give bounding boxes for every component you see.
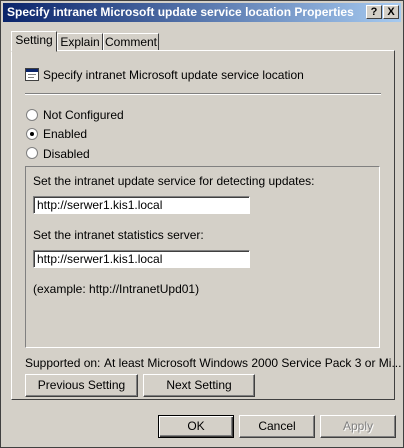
tab-explain[interactable]: Explain	[57, 33, 103, 51]
statistics-server-label: Set the intranet statistics server:	[33, 228, 204, 242]
tab-comment-label: Comment	[104, 35, 157, 49]
tab-explain-label: Explain	[60, 35, 100, 49]
policy-name: Specify intranet Microsoft update servic…	[43, 68, 304, 82]
supported-on-label: Supported on:	[25, 356, 101, 370]
next-setting-button[interactable]: Next Setting	[143, 374, 255, 397]
supported-on-value: At least Microsoft Windows 2000 Service …	[104, 356, 402, 370]
previous-setting-button[interactable]: Previous Setting	[25, 374, 138, 397]
properties-dialog: Specify intranet Microsoft update servic…	[0, 0, 404, 448]
tab-setting[interactable]: Setting	[11, 31, 57, 52]
radio-enabled[interactable]	[26, 128, 38, 140]
separator	[25, 93, 381, 95]
example-text: (example: http://IntranetUpd01)	[33, 282, 200, 296]
update-service-input[interactable]: http://serwer1.kis1.local	[33, 196, 250, 214]
tab-comment[interactable]: Comment	[103, 33, 159, 51]
radio-not-configured-label[interactable]: Not Configured	[43, 108, 124, 122]
radio-disabled[interactable]	[26, 147, 38, 159]
update-service-label: Set the intranet update service for dete…	[33, 174, 315, 188]
statistics-server-input[interactable]: http://serwer1.kis1.local	[33, 250, 250, 268]
ok-button[interactable]: OK	[158, 415, 234, 438]
apply-button[interactable]: Apply	[320, 415, 396, 438]
radio-disabled-label[interactable]: Disabled	[43, 147, 90, 161]
cancel-button[interactable]: Cancel	[239, 415, 315, 438]
title-bar[interactable]: Specify intranet Microsoft update servic…	[3, 3, 401, 22]
radio-selected-dot	[30, 132, 34, 136]
radio-not-configured[interactable]	[26, 109, 38, 121]
radio-enabled-label[interactable]: Enabled	[43, 127, 87, 141]
help-button[interactable]: ?	[366, 5, 382, 19]
policy-setting-icon	[25, 68, 39, 81]
tab-setting-label: Setting	[15, 33, 53, 47]
close-button[interactable]: X	[383, 5, 399, 19]
dialog-title: Specify intranet Microsoft update servic…	[7, 5, 354, 19]
